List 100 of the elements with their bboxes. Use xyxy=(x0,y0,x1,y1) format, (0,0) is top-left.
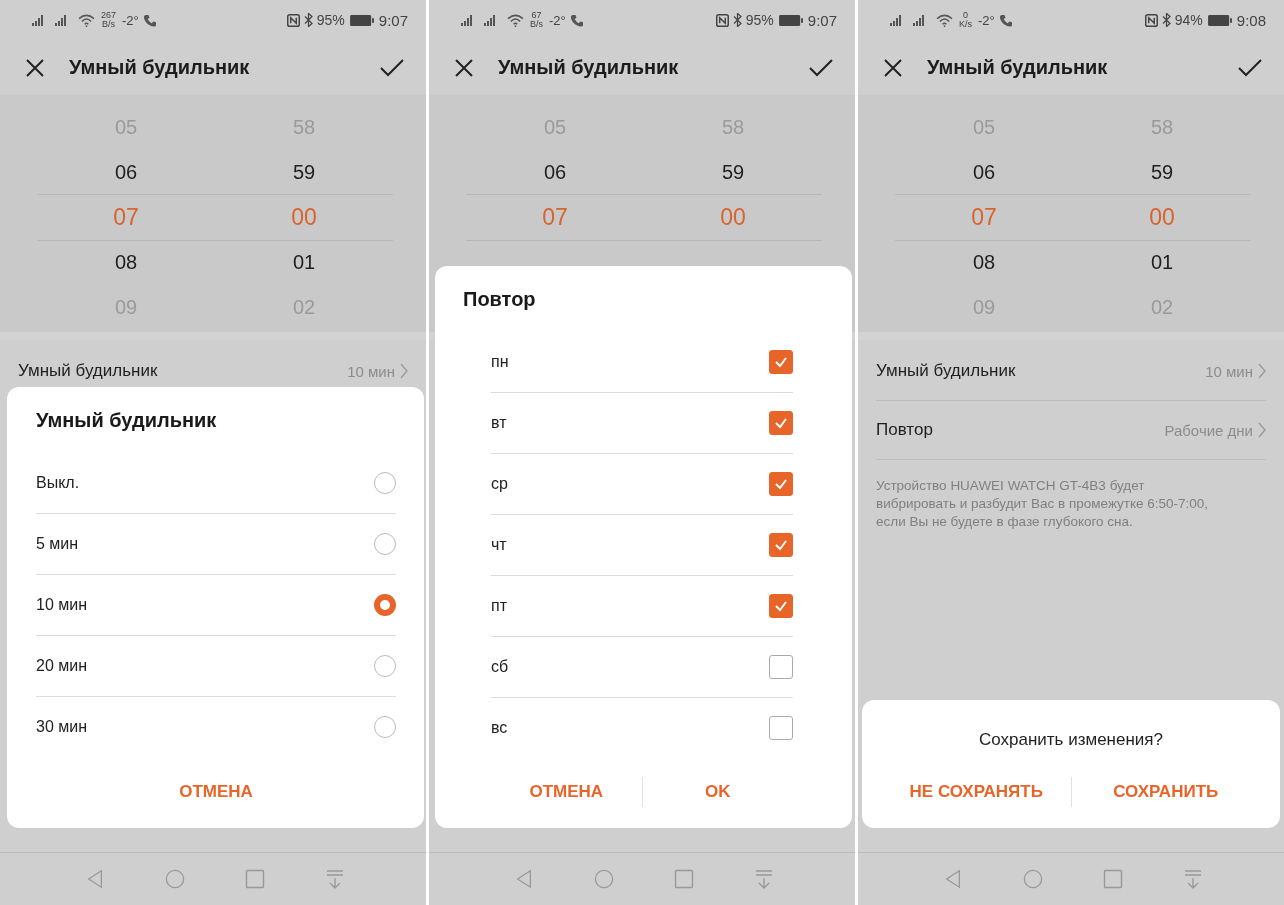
option-label: вс xyxy=(491,719,508,737)
checkbox[interactable] xyxy=(769,350,793,374)
confirm-check-icon[interactable] xyxy=(1238,57,1262,78)
home-icon[interactable] xyxy=(594,869,614,889)
radio-button[interactable] xyxy=(374,594,396,616)
battery-icon xyxy=(777,14,804,26)
time-picker-value[interactable]: 06 xyxy=(543,150,567,195)
notification-pull-icon[interactable] xyxy=(325,869,345,889)
option-row[interactable]: 20 мин xyxy=(36,636,396,697)
time-picker-value[interactable]: 01 xyxy=(1150,240,1174,285)
chevron-right-icon xyxy=(400,363,408,379)
checkbox[interactable] xyxy=(769,594,793,618)
option-label: 5 мин xyxy=(36,535,79,553)
option-label: чт xyxy=(491,536,507,554)
speed-unit: B/s xyxy=(530,20,543,29)
dialog-title: Повтор xyxy=(463,286,537,312)
screen-title: Умный будильник xyxy=(498,56,679,79)
option-row[interactable]: 10 мин xyxy=(36,575,396,636)
speed-value: 267 xyxy=(101,11,117,20)
checkbox[interactable] xyxy=(769,411,793,435)
description-text: Устройство HUAWEI WATCH GT-4B3 будет вибрировать и разбудит Вас в промежутке 6:50-7:00, если Вы не будете в фазе глубокого сна. xyxy=(876,477,1210,531)
option-row[interactable]: 5 мин xyxy=(36,514,396,575)
time-picker-value[interactable]: 59 xyxy=(721,150,745,195)
home-icon[interactable] xyxy=(165,869,185,889)
close-icon[interactable] xyxy=(25,57,45,78)
back-icon[interactable] xyxy=(514,869,534,889)
signal-icon xyxy=(890,14,904,26)
time-picker-value[interactable]: 01 xyxy=(292,240,316,285)
signal-icon xyxy=(32,14,46,26)
setting-label: Умный будильник xyxy=(18,361,158,381)
settings-row[interactable]: Умный будильник 10 мин xyxy=(876,342,1266,401)
notification-pull-icon[interactable] xyxy=(754,869,774,889)
time-picker-value[interactable]: 06 xyxy=(972,150,996,195)
checkbox[interactable] xyxy=(769,655,793,679)
option-row[interactable]: вт xyxy=(491,393,793,454)
setting-label: Умный будильник xyxy=(876,361,1016,381)
option-label: пт xyxy=(491,597,507,615)
temperature: -2° xyxy=(978,12,995,28)
wifi-icon xyxy=(507,13,524,27)
clock-time: 9:07 xyxy=(807,11,837,29)
speed-unit: K/s xyxy=(959,20,972,29)
clock-time: 9:07 xyxy=(378,11,408,29)
recent-apps-icon[interactable] xyxy=(245,869,265,889)
option-row[interactable]: пт xyxy=(491,576,793,637)
checkbox[interactable] xyxy=(769,716,793,740)
checkbox[interactable] xyxy=(769,533,793,557)
home-icon[interactable] xyxy=(1023,869,1043,889)
battery-percent: 94% xyxy=(1174,12,1203,28)
setting-label: Повтор xyxy=(876,420,933,440)
confirm-check-icon[interactable] xyxy=(809,57,833,78)
phone-icon xyxy=(998,13,1012,27)
nfc-icon xyxy=(286,13,300,27)
bluetooth-icon xyxy=(1161,13,1171,27)
option-row[interactable]: ср xyxy=(491,454,793,515)
recent-apps-icon[interactable] xyxy=(674,869,694,889)
signal-icon xyxy=(461,14,475,26)
signal-icon xyxy=(913,14,927,26)
option-row[interactable]: 30 мин xyxy=(36,697,396,757)
back-icon[interactable] xyxy=(85,869,105,889)
time-picker-value[interactable]: 06 xyxy=(114,150,138,195)
checkbox[interactable] xyxy=(769,472,793,496)
signal-icon xyxy=(484,14,498,26)
time-picker-value[interactable]: 59 xyxy=(1150,150,1174,195)
confirm-check-icon[interactable] xyxy=(380,57,404,78)
option-label: ср xyxy=(491,475,508,493)
screen-title: Умный будильник xyxy=(927,56,1108,79)
chevron-right-icon xyxy=(1258,363,1266,379)
option-row[interactable]: пн xyxy=(491,332,793,393)
chevron-right-icon xyxy=(1258,422,1266,438)
close-icon[interactable] xyxy=(454,57,474,78)
recent-apps-icon[interactable] xyxy=(1103,869,1123,889)
clock-time: 9:08 xyxy=(1236,11,1266,29)
option-label: вт xyxy=(491,414,507,432)
option-label: пн xyxy=(491,353,509,371)
battery-icon xyxy=(1206,14,1233,26)
option-row[interactable]: вс xyxy=(491,698,793,758)
notification-pull-icon[interactable] xyxy=(1183,869,1203,889)
speed-value: 0 xyxy=(963,11,968,20)
speed-unit: B/s xyxy=(102,20,115,29)
setting-value: 10 мин xyxy=(1205,362,1253,380)
phone-icon xyxy=(569,13,583,27)
wifi-icon xyxy=(78,13,95,27)
time-picker-value[interactable]: 08 xyxy=(972,240,996,285)
option-row[interactable]: сб xyxy=(491,637,793,698)
option-label: Выкл. xyxy=(36,474,80,492)
dialog-message: Сохранить изменения? xyxy=(978,730,1164,750)
option-row[interactable]: чт xyxy=(491,515,793,576)
option-label: 30 мин xyxy=(36,718,87,736)
option-label: сб xyxy=(491,658,509,676)
battery-icon xyxy=(348,14,375,26)
time-picker-value[interactable]: 08 xyxy=(114,240,138,285)
back-icon[interactable] xyxy=(943,869,963,889)
temperature: -2° xyxy=(122,12,139,28)
time-picker-value[interactable]: 59 xyxy=(292,150,316,195)
screen-title: Умный будильник xyxy=(69,56,250,79)
settings-row[interactable]: Повтор Рабочие дни xyxy=(876,401,1266,460)
option-row[interactable]: Выкл. xyxy=(36,453,396,514)
temperature: -2° xyxy=(549,12,566,28)
signal-icon xyxy=(55,14,69,26)
close-icon[interactable] xyxy=(883,57,903,78)
